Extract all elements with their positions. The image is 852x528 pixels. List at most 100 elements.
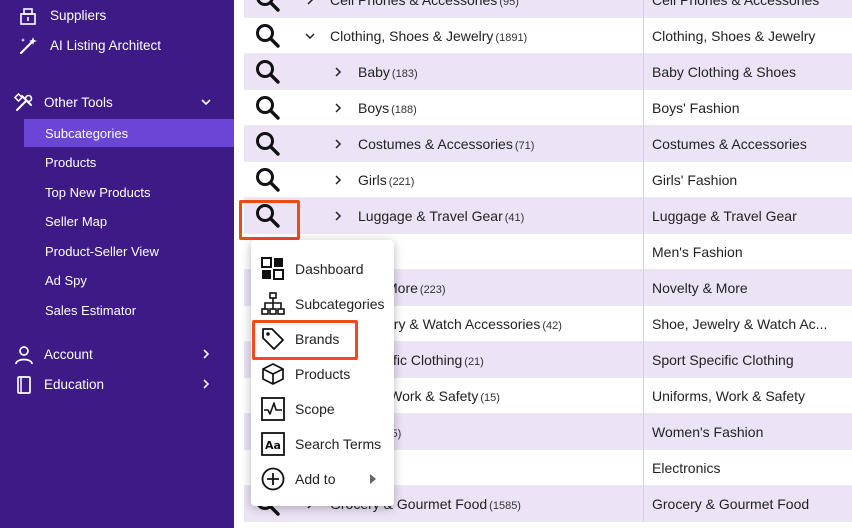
column-divider xyxy=(643,450,644,486)
sidebar-item-ai-listing-architect[interactable]: AI Listing Architect xyxy=(0,32,234,60)
category-display-name: Baby Clothing & Shoes xyxy=(652,64,796,80)
chevron-right-icon[interactable] xyxy=(304,0,316,6)
menu-item-products[interactable]: Products xyxy=(251,356,394,391)
column-divider xyxy=(643,162,644,198)
category-count: (95) xyxy=(499,0,519,8)
category-display-name: Uniforms, Work & Safety xyxy=(652,388,806,404)
chevron-right-icon[interactable] xyxy=(332,174,344,186)
menu-item-label: Dashboard xyxy=(295,261,364,277)
sidebar-item-other-tools[interactable]: Other Tools xyxy=(0,89,234,117)
chevron-right-icon[interactable] xyxy=(332,138,344,150)
category-label: Girls xyxy=(358,172,387,188)
search-terms-icon: Aa xyxy=(261,432,285,456)
sidebar-item-label: AI Listing Architect xyxy=(50,38,162,53)
sidebar-subitem-label: Ad Spy xyxy=(45,273,87,288)
column-divider xyxy=(643,126,644,162)
sidebar-subitem-ad-spy[interactable]: Ad Spy xyxy=(24,266,234,294)
category-count: (42) xyxy=(542,320,562,332)
column-divider xyxy=(643,270,644,306)
sidebar-subitem-sales-estimator[interactable]: Sales Estimator xyxy=(24,296,234,324)
menu-item-subcategories[interactable]: Subcategories xyxy=(251,286,394,321)
category-label: Costumes & Accessories xyxy=(358,136,513,152)
sidebar: Suppliers AI Listing Architect Other Too… xyxy=(0,0,234,528)
suppliers-icon xyxy=(20,8,36,25)
menu-item-label: Add to xyxy=(295,471,336,487)
chevron-down-icon[interactable] xyxy=(304,30,316,42)
sidebar-subitem-products[interactable]: Products xyxy=(24,148,234,176)
table-row: Cell Phones & Accessories (95) Cell Phones… xyxy=(244,0,852,18)
sidebar-subitem-subcategories[interactable]: Subcategories xyxy=(24,119,234,147)
sidebar-item-account[interactable]: Account xyxy=(0,341,234,369)
search-icon[interactable] xyxy=(253,94,283,122)
category-count: (183) xyxy=(391,68,418,80)
highlight-brands-item xyxy=(252,320,358,360)
menu-item-scope[interactable]: Scope xyxy=(251,391,394,426)
search-icon[interactable] xyxy=(253,0,283,14)
chevron-right-icon[interactable] xyxy=(332,210,344,222)
menu-item-search-terms[interactable]: Aa Search Terms xyxy=(251,426,394,461)
category-display-name: Sport Specific Clothing xyxy=(652,352,794,368)
column-divider xyxy=(643,198,644,234)
column-divider xyxy=(643,234,644,270)
submenu-arrow-icon xyxy=(370,474,376,484)
column-divider xyxy=(643,414,644,450)
menu-item-dashboard[interactable]: Dashboard xyxy=(251,251,394,286)
sidebar-subitem-label: Products xyxy=(45,155,97,170)
sidebar-subitem-product-seller-view[interactable]: Product-Seller View xyxy=(24,237,234,265)
menu-item-label: Search Terms xyxy=(295,436,382,452)
sidebar-item-education[interactable]: Education xyxy=(0,371,234,399)
category-display-name: Clothing, Shoes & Jewelry xyxy=(652,28,816,44)
category-count: (1891) xyxy=(495,32,528,44)
search-icon[interactable] xyxy=(253,130,283,158)
category-display-name: Boys' Fashion xyxy=(652,100,740,116)
category-count: (21) xyxy=(464,356,484,368)
category-display-name: Luggage & Travel Gear xyxy=(652,208,797,224)
sidebar-subitem-label: Seller Map xyxy=(45,214,108,229)
menu-item-add-to[interactable]: Add to xyxy=(251,461,394,496)
category-count: (41) xyxy=(504,212,525,224)
sidebar-subitem-label: Product-Seller View xyxy=(45,244,159,259)
sidebar-item-label: Education xyxy=(44,377,105,392)
highlight-search-button xyxy=(239,200,300,240)
category-name[interactable]: Girls (221) xyxy=(358,172,414,188)
category-name[interactable]: Baby (183) xyxy=(358,64,418,80)
category-display-name: Costumes & Accessories xyxy=(652,136,807,152)
category-display-name: Shoe, Jewelry & Watch Ac... xyxy=(652,316,828,332)
sidebar-subitem-label: Sales Estimator xyxy=(45,303,137,318)
sidebar-subitem-top-new-products[interactable]: Top New Products xyxy=(24,178,234,206)
sidebar-item-label: Other Tools xyxy=(44,95,113,110)
search-icon[interactable] xyxy=(253,58,283,86)
sidebar-subitem-label: Subcategories xyxy=(45,126,129,141)
category-name[interactable]: Boys (188) xyxy=(358,100,417,116)
category-count: (1585) xyxy=(489,500,521,512)
dashboard-icon xyxy=(261,257,284,280)
category-name[interactable]: Clothing, Shoes & Jewelry (1891) xyxy=(330,28,527,44)
category-name[interactable]: Cell Phones & Accessories (95) xyxy=(330,0,519,8)
category-display-name: Cell Phones & Accessories xyxy=(652,0,820,8)
ai-listing-architect-icon xyxy=(19,37,37,55)
column-divider xyxy=(643,90,644,126)
table-row: Girls (221) Girls' Fashion xyxy=(244,162,852,198)
subcategories-icon xyxy=(261,292,285,315)
menu-item-label: Scope xyxy=(295,401,335,417)
category-display-name: Electronics xyxy=(652,460,721,476)
chevron-right-icon[interactable] xyxy=(332,66,344,78)
search-icon[interactable] xyxy=(253,166,283,194)
category-name[interactable]: Luggage & Travel Gear (41) xyxy=(358,208,524,224)
sidebar-subitem-seller-map[interactable]: Seller Map xyxy=(24,207,234,235)
category-name[interactable]: Costumes & Accessories (71) xyxy=(358,136,534,152)
add-plus-icon xyxy=(261,467,285,491)
sidebar-item-label: Suppliers xyxy=(50,8,107,23)
sidebar-subitem-label: Top New Products xyxy=(45,185,151,200)
category-count: (71) xyxy=(514,140,535,152)
category-label: Baby xyxy=(358,64,390,80)
column-divider xyxy=(643,342,644,378)
search-icon[interactable] xyxy=(253,22,283,50)
chevron-right-icon xyxy=(203,349,210,359)
sidebar-item-suppliers[interactable]: Suppliers xyxy=(0,2,234,30)
chevron-right-icon[interactable] xyxy=(332,102,344,114)
category-display-name: Novelty & More xyxy=(652,280,748,296)
category-label: Boys xyxy=(358,100,390,116)
chevron-right-icon xyxy=(203,379,210,389)
category-label: Cell Phones & Accessories xyxy=(330,0,498,8)
